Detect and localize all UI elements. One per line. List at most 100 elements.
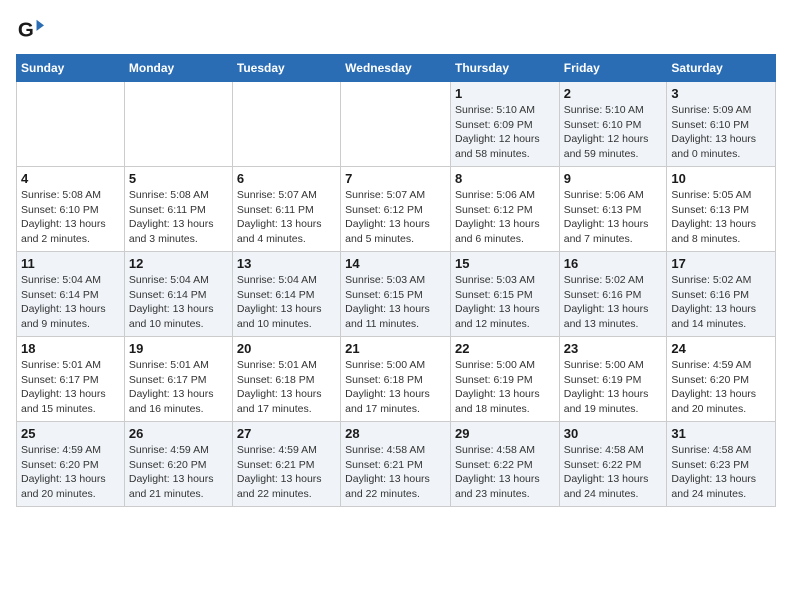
day-number: 30 <box>564 426 663 441</box>
calendar-cell: 13Sunrise: 5:04 AM Sunset: 6:14 PM Dayli… <box>232 252 340 337</box>
calendar-cell: 21 Sunrise: 5:00 AM Sunset: 6:18 PM Dayli… <box>341 337 451 422</box>
calendar-header: SundayMondayTuesdayWednesdayThursdayFrid… <box>17 55 776 82</box>
day-info: Sunrise: 4:58 AM Sunset: 6:22 PM Dayligh… <box>455 443 555 502</box>
day-info: Sunrise: 5:01 AM Sunset: 6:17 PM Dayligh… <box>21 358 120 417</box>
day-number: 3 <box>671 86 771 101</box>
day-number: 24 <box>671 341 771 356</box>
calendar-cell: 22Sunrise: 5:00 AM Sunset: 6:19 PM Dayli… <box>450 337 559 422</box>
day-number: 4 <box>21 171 120 186</box>
calendar-cell: 26 Sunrise: 4:59 AM Sunset: 6:20 PM Dayli… <box>124 422 232 507</box>
day-info: Sunrise: 5:07 AM Sunset: 6:11 PM Dayligh… <box>237 188 336 247</box>
day-info: Sunrise: 5:06 AM Sunset: 6:12 PM Dayligh… <box>455 188 555 247</box>
calendar-cell: 16Sunrise: 5:02 AM Sunset: 6:16 PM Dayli… <box>559 252 667 337</box>
day-info: Sunrise: 5:08 AM Sunset: 6:11 PM Dayligh… <box>129 188 228 247</box>
calendar-cell: 3 Sunrise: 5:09 AM Sunset: 6:10 PM Daylig… <box>667 82 776 167</box>
day-info: Sunrise: 5:00 AM Sunset: 6:19 PM Dayligh… <box>564 358 663 417</box>
calendar-cell: 12 Sunrise: 5:04 AM Sunset: 6:14 PM Dayli… <box>124 252 232 337</box>
day-info: Sunrise: 5:04 AM Sunset: 6:14 PM Dayligh… <box>21 273 120 332</box>
day-number: 28 <box>345 426 446 441</box>
day-info: Sunrise: 4:58 AM Sunset: 6:23 PM Dayligh… <box>671 443 771 502</box>
svg-text:G: G <box>18 19 34 42</box>
calendar-cell: 9 Sunrise: 5:06 AM Sunset: 6:13 PM Daylig… <box>559 167 667 252</box>
calendar-cell: 18 Sunrise: 5:01 AM Sunset: 6:17 PM Dayli… <box>17 337 125 422</box>
calendar-cell: 6 Sunrise: 5:07 AM Sunset: 6:11 PM Daylig… <box>232 167 340 252</box>
day-number: 25 <box>21 426 120 441</box>
day-number: 8 <box>455 171 555 186</box>
day-number: 26 <box>129 426 228 441</box>
day-number: 2 <box>564 86 663 101</box>
calendar-cell <box>17 82 125 167</box>
day-info: Sunrise: 4:59 AM Sunset: 6:21 PM Dayligh… <box>237 443 336 502</box>
day-info: Sunrise: 5:10 AM Sunset: 6:10 PM Dayligh… <box>564 103 663 162</box>
day-number: 21 <box>345 341 446 356</box>
col-header-saturday: Saturday <box>667 55 776 82</box>
day-number: 23 <box>564 341 663 356</box>
calendar-cell: 4 Sunrise: 5:08 AM Sunset: 6:10 PM Daylig… <box>17 167 125 252</box>
calendar-body: 1Sunrise: 5:10 AM Sunset: 6:09 PM Daylig… <box>17 82 776 507</box>
calendar-cell: 10 Sunrise: 5:05 AM Sunset: 6:13 PM Dayli… <box>667 167 776 252</box>
calendar-cell: 8 Sunrise: 5:06 AM Sunset: 6:12 PM Daylig… <box>450 167 559 252</box>
logo-icon: G <box>16 16 44 44</box>
calendar-cell <box>124 82 232 167</box>
calendar-table: SundayMondayTuesdayWednesdayThursdayFrid… <box>16 54 776 507</box>
day-info: Sunrise: 5:03 AM Sunset: 6:15 PM Dayligh… <box>345 273 446 332</box>
day-number: 18 <box>21 341 120 356</box>
day-info: Sunrise: 5:06 AM Sunset: 6:13 PM Dayligh… <box>564 188 663 247</box>
calendar-cell: 29 Sunrise: 4:58 AM Sunset: 6:22 PM Dayli… <box>450 422 559 507</box>
day-info: Sunrise: 5:09 AM Sunset: 6:10 PM Dayligh… <box>671 103 771 162</box>
calendar-cell: 11 Sunrise: 5:04 AM Sunset: 6:14 PM Dayli… <box>17 252 125 337</box>
day-number: 29 <box>455 426 555 441</box>
day-number: 9 <box>564 171 663 186</box>
calendar-cell <box>232 82 340 167</box>
day-number: 1 <box>455 86 555 101</box>
calendar-cell: 19 Sunrise: 5:01 AM Sunset: 6:17 PM Dayli… <box>124 337 232 422</box>
day-info: Sunrise: 5:00 AM Sunset: 6:18 PM Dayligh… <box>345 358 446 417</box>
day-number: 31 <box>671 426 771 441</box>
calendar-cell: 27 Sunrise: 4:59 AM Sunset: 6:21 PM Dayli… <box>232 422 340 507</box>
day-info: Sunrise: 4:58 AM Sunset: 6:21 PM Dayligh… <box>345 443 446 502</box>
day-number: 14 <box>345 256 446 271</box>
calendar-cell: 15 Sunrise: 5:03 AM Sunset: 6:15 PM Dayli… <box>450 252 559 337</box>
calendar-cell: 31 Sunrise: 4:58 AM Sunset: 6:23 PM Dayli… <box>667 422 776 507</box>
calendar-cell: 23 Sunrise: 5:00 AM Sunset: 6:19 PM Dayli… <box>559 337 667 422</box>
col-header-monday: Monday <box>124 55 232 82</box>
day-info: Sunrise: 4:59 AM Sunset: 6:20 PM Dayligh… <box>671 358 771 417</box>
day-number: 20 <box>237 341 336 356</box>
day-number: 27 <box>237 426 336 441</box>
logo: G <box>16 16 48 44</box>
day-number: 7 <box>345 171 446 186</box>
day-info: Sunrise: 5:05 AM Sunset: 6:13 PM Dayligh… <box>671 188 771 247</box>
day-info: Sunrise: 5:04 AM Sunset: 6:14 PM Dayligh… <box>129 273 228 332</box>
day-info: Sunrise: 5:03 AM Sunset: 6:15 PM Dayligh… <box>455 273 555 332</box>
calendar-cell: 7 Sunrise: 5:07 AM Sunset: 6:12 PM Daylig… <box>341 167 451 252</box>
day-info: Sunrise: 5:01 AM Sunset: 6:17 PM Dayligh… <box>129 358 228 417</box>
day-number: 17 <box>671 256 771 271</box>
calendar-cell: 5Sunrise: 5:08 AM Sunset: 6:11 PM Daylig… <box>124 167 232 252</box>
calendar-cell: 17 Sunrise: 5:02 AM Sunset: 6:16 PM Dayli… <box>667 252 776 337</box>
day-number: 19 <box>129 341 228 356</box>
day-number: 16 <box>564 256 663 271</box>
day-info: Sunrise: 5:08 AM Sunset: 6:10 PM Dayligh… <box>21 188 120 247</box>
calendar-cell: 2 Sunrise: 5:10 AM Sunset: 6:10 PM Daylig… <box>559 82 667 167</box>
calendar-cell <box>341 82 451 167</box>
day-info: Sunrise: 5:07 AM Sunset: 6:12 PM Dayligh… <box>345 188 446 247</box>
day-info: Sunrise: 5:04 AM Sunset: 6:14 PM Dayligh… <box>237 273 336 332</box>
calendar-cell: 20 Sunrise: 5:01 AM Sunset: 6:18 PM Dayli… <box>232 337 340 422</box>
day-number: 12 <box>129 256 228 271</box>
calendar-cell: 30 Sunrise: 4:58 AM Sunset: 6:22 PM Dayli… <box>559 422 667 507</box>
calendar-cell: 1Sunrise: 5:10 AM Sunset: 6:09 PM Daylig… <box>450 82 559 167</box>
day-info: Sunrise: 5:02 AM Sunset: 6:16 PM Dayligh… <box>671 273 771 332</box>
calendar-cell: 14 Sunrise: 5:03 AM Sunset: 6:15 PM Dayli… <box>341 252 451 337</box>
day-number: 15 <box>455 256 555 271</box>
day-number: 10 <box>671 171 771 186</box>
col-header-friday: Friday <box>559 55 667 82</box>
day-info: Sunrise: 5:01 AM Sunset: 6:18 PM Dayligh… <box>237 358 336 417</box>
day-info: Sunrise: 4:59 AM Sunset: 6:20 PM Dayligh… <box>129 443 228 502</box>
day-number: 6 <box>237 171 336 186</box>
col-header-thursday: Thursday <box>450 55 559 82</box>
day-number: 22 <box>455 341 555 356</box>
day-info: Sunrise: 4:58 AM Sunset: 6:22 PM Dayligh… <box>564 443 663 502</box>
day-number: 11 <box>21 256 120 271</box>
col-header-sunday: Sunday <box>17 55 125 82</box>
calendar-cell: 28 Sunrise: 4:58 AM Sunset: 6:21 PM Dayli… <box>341 422 451 507</box>
